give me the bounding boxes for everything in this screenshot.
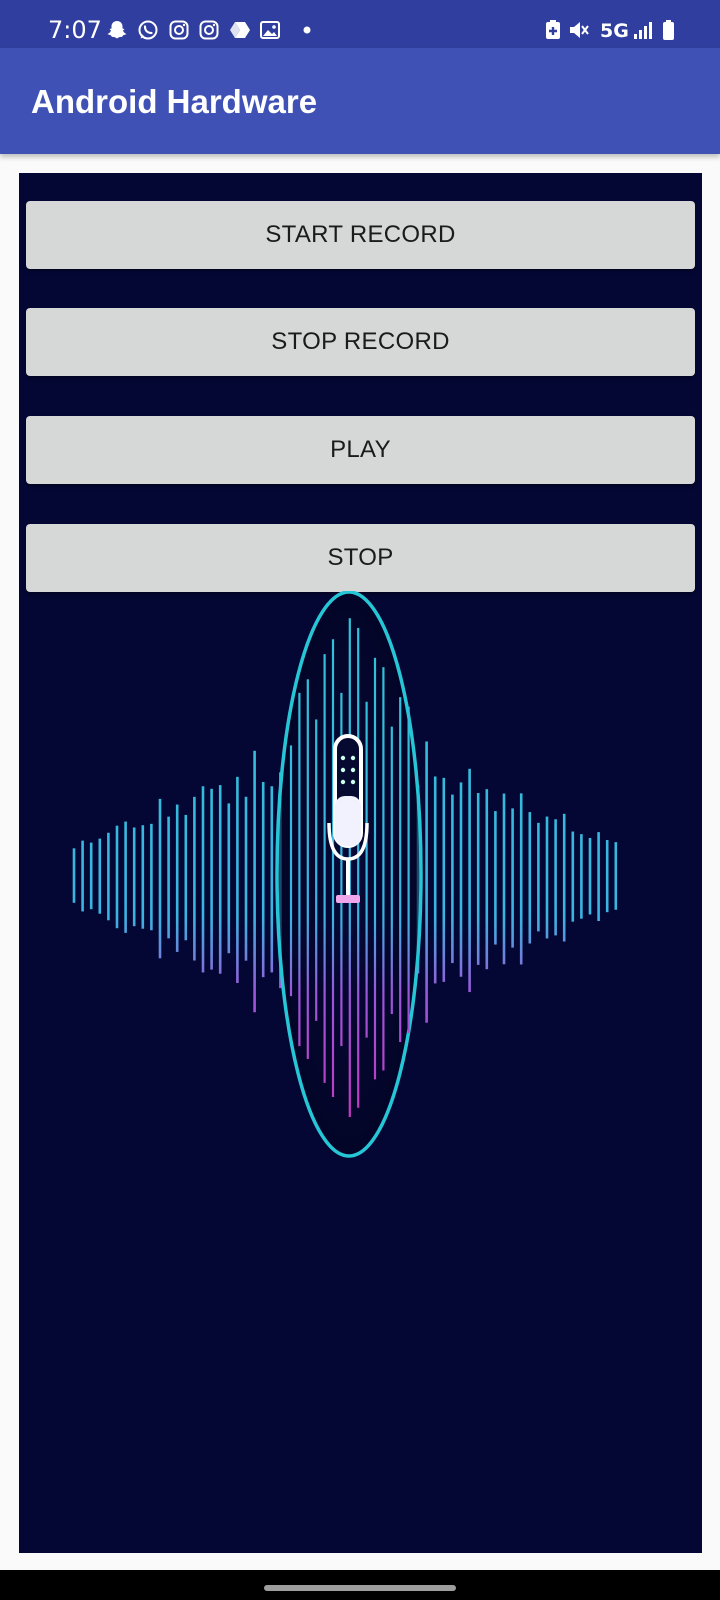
instagram-icon [199, 20, 219, 40]
wave-bar [554, 819, 557, 936]
wave-bar [382, 667, 385, 1071]
wave-bar [365, 701, 368, 1038]
play-button[interactable]: PLAY [26, 416, 695, 484]
instagram-icon [169, 20, 189, 40]
wave-bar [167, 816, 170, 939]
wave-bar [270, 786, 274, 973]
dot-icon [303, 26, 311, 34]
wave-bar [331, 639, 335, 1098]
mute-icon [570, 22, 589, 38]
content-panel: START RECORD STOP RECORD PLAY STOP [19, 173, 702, 1553]
wave-bar [494, 811, 497, 945]
navigation-bar [0, 1570, 720, 1600]
wave-bar [107, 832, 110, 921]
status-bar: 7:07 5G [0, 0, 720, 48]
app-bar: Android Hardware [0, 48, 720, 154]
wave-bar [588, 837, 592, 915]
signal-icon [634, 22, 652, 39]
wave-bar [98, 838, 102, 914]
wave-bar [571, 831, 575, 922]
network-type: 5G [600, 20, 629, 42]
start-record-button[interactable]: START RECORD [26, 201, 695, 269]
sound-wave-visual [72, 591, 618, 1158]
snapchat-icon [107, 21, 127, 39]
wave-bar [218, 785, 222, 974]
wave-bar [485, 789, 489, 970]
wave-bar [528, 812, 532, 944]
wave-bar [537, 822, 540, 932]
wave-bar [511, 808, 514, 948]
wave-bar [158, 798, 162, 959]
wave-bar [468, 768, 471, 993]
wave-bar [502, 793, 506, 965]
wave-bar [141, 825, 145, 929]
wave-bar [289, 745, 293, 997]
wave-bar [261, 782, 265, 978]
wave-bar [580, 834, 583, 919]
wave-bar [407, 706, 410, 1033]
wave-bar [193, 796, 196, 961]
wave-bar [244, 796, 248, 961]
wave-bar [298, 692, 301, 1047]
wave-bar [442, 777, 446, 982]
status-time: 7:07 [48, 16, 102, 44]
wave-bar [605, 839, 609, 913]
wave-bar [562, 813, 566, 942]
wave-bar [150, 823, 153, 931]
wave-bar [399, 697, 402, 1043]
wave-bar [89, 842, 93, 910]
wave-bar [72, 848, 76, 903]
drive-icon [230, 22, 250, 38]
wave-bar [390, 726, 393, 1015]
wave-bar [519, 793, 523, 965]
wave-bar [433, 776, 437, 984]
whatsapp-icon [138, 20, 158, 40]
gallery-icon [260, 21, 280, 39]
wave-bar [115, 825, 119, 929]
wave-bar [306, 679, 309, 1059]
wave-bar [132, 827, 136, 927]
wave-bar [184, 814, 188, 941]
app-title: Android Hardware [31, 83, 318, 120]
wave-bar [459, 782, 463, 977]
battery-icon [663, 20, 674, 40]
wave-bar [124, 821, 127, 933]
wave-bar [476, 793, 480, 965]
wave-bar [323, 654, 326, 1083]
wave-bar [614, 842, 618, 910]
wave-bar [451, 794, 454, 964]
wave-bar [545, 816, 549, 939]
home-gesture-pill[interactable] [264, 1585, 456, 1591]
wave-bar [357, 627, 360, 1108]
stop-record-button[interactable]: STOP RECORD [26, 308, 695, 376]
wave-bar [236, 776, 239, 984]
wave-bar [201, 786, 205, 973]
wave-bar [597, 832, 600, 922]
wave-bar [175, 804, 179, 952]
battery-saver-icon [546, 20, 560, 39]
wave-bar [425, 741, 428, 1023]
stop-button[interactable]: STOP [26, 524, 695, 592]
wave-bar [227, 803, 231, 954]
wave-bar [373, 657, 377, 1080]
wave-bar [210, 788, 213, 970]
wave-bar [253, 750, 256, 1013]
wave-bar [315, 719, 318, 1021]
wave-bar [81, 840, 84, 912]
